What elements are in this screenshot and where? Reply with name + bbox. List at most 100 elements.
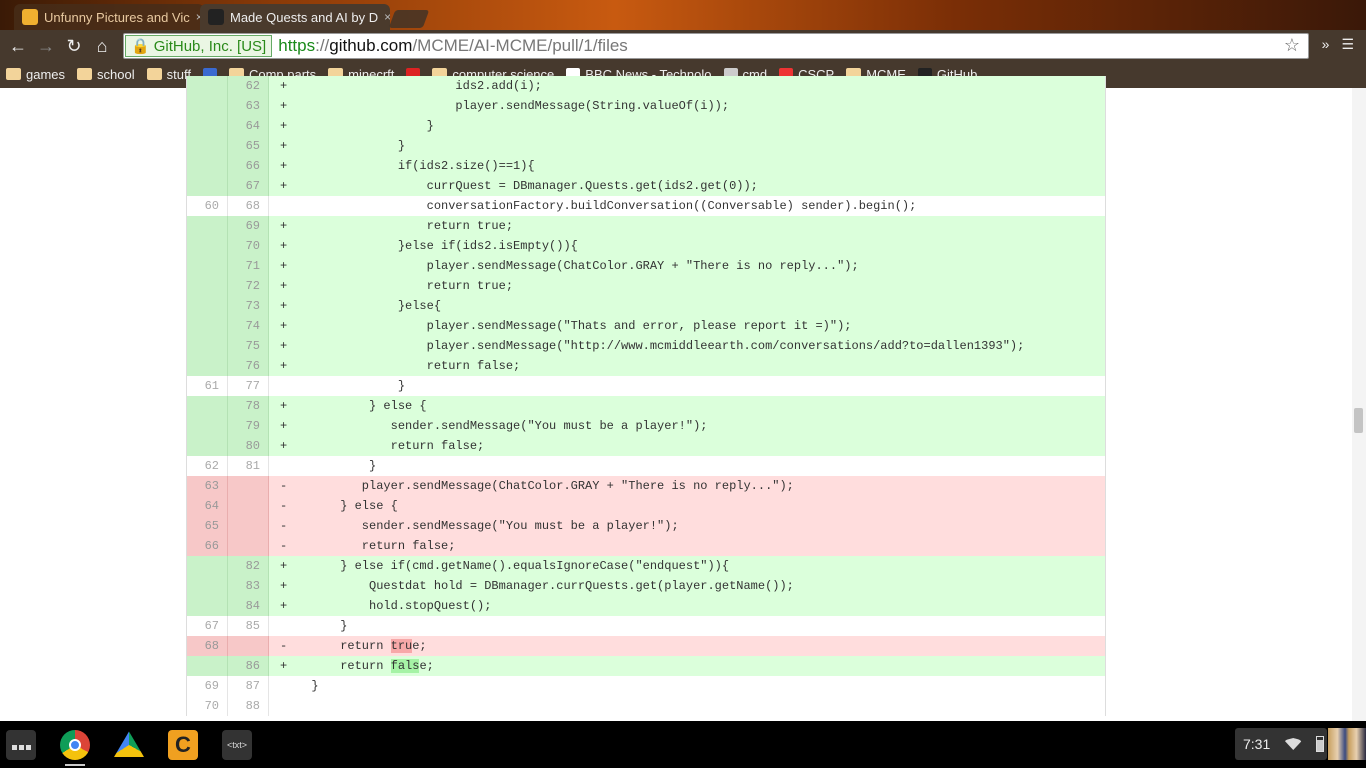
old-line-number[interactable]	[187, 556, 228, 576]
added-line: 72 + return true;	[187, 276, 1105, 296]
new-line-number[interactable]: 85	[228, 616, 269, 636]
new-line-number[interactable]: 86	[228, 656, 269, 676]
code: }	[297, 119, 434, 133]
code-text: return false;	[297, 656, 434, 676]
new-line-number[interactable]: 83	[228, 576, 269, 596]
old-line-number[interactable]	[187, 316, 228, 336]
tab[interactable]: Made Quests and AI by D ×	[200, 4, 390, 30]
new-line-number[interactable]: 87	[228, 676, 269, 696]
forward-icon[interactable]: →	[32, 36, 60, 57]
chrome-icon[interactable]	[60, 730, 90, 760]
old-line-number[interactable]	[187, 596, 228, 616]
old-line-number[interactable]: 70	[187, 696, 228, 716]
text-editor-icon[interactable]: <txt>	[222, 730, 252, 760]
old-line-number[interactable]	[187, 336, 228, 356]
old-line-number[interactable]: 63	[187, 476, 228, 496]
old-line-number[interactable]: 65	[187, 516, 228, 536]
diff-sign	[269, 616, 297, 636]
old-line-number[interactable]	[187, 396, 228, 416]
old-line-number[interactable]	[187, 296, 228, 316]
new-line-number[interactable]: 71	[228, 256, 269, 276]
new-line-number[interactable]: 72	[228, 276, 269, 296]
new-line-number[interactable]: 73	[228, 296, 269, 316]
menu-icon[interactable]: ☰	[1341, 36, 1354, 53]
bookmark-star-icon[interactable]: ☆	[1284, 35, 1300, 56]
new-line-number[interactable]	[228, 476, 269, 496]
new-line-number[interactable]: 70	[228, 236, 269, 256]
old-line-number[interactable]	[187, 276, 228, 296]
new-line-number[interactable]: 63	[228, 96, 269, 116]
new-line-number[interactable]: 79	[228, 416, 269, 436]
new-line-number[interactable]: 77	[228, 376, 269, 396]
new-line-number[interactable]: 78	[228, 396, 269, 416]
ev-certificate-badge[interactable]: 🔒 GitHub, Inc. [US]	[125, 35, 273, 57]
new-line-number[interactable]	[228, 536, 269, 556]
avatar[interactable]	[1328, 728, 1366, 760]
old-line-number[interactable]	[187, 116, 228, 136]
old-line-number[interactable]	[187, 416, 228, 436]
new-line-number[interactable]: 67	[228, 176, 269, 196]
old-line-number[interactable]	[187, 656, 228, 676]
new-line-number[interactable]: 80	[228, 436, 269, 456]
address-bar[interactable]: 🔒 GitHub, Inc. [US] https://github.com/MC…	[123, 33, 1309, 59]
diff-sign: +	[280, 579, 288, 593]
old-line-number[interactable]: 69	[187, 676, 228, 696]
new-tab-button[interactable]	[388, 10, 430, 28]
tab[interactable]: Unfunny Pictures and Vic×	[14, 4, 204, 30]
added-line: 73 + }else{	[187, 296, 1105, 316]
new-line-number[interactable]: 76	[228, 356, 269, 376]
old-line-number[interactable]: 62	[187, 456, 228, 476]
old-line-number[interactable]	[187, 176, 228, 196]
old-line-number[interactable]	[187, 436, 228, 456]
scrollbar-thumb[interactable]	[1354, 408, 1363, 433]
bookmark-item[interactable]: stuff	[146, 67, 191, 82]
close-tab-icon[interactable]: ×	[384, 10, 390, 24]
url-text[interactable]: https://github.com/MCME/AI-MCME/pull/1/f…	[278, 36, 628, 56]
old-line-number[interactable]	[187, 96, 228, 116]
new-line-number[interactable]	[228, 636, 269, 656]
new-line-number[interactable]: 68	[228, 196, 269, 216]
os-shelf: C <txt> 7:31	[0, 721, 1366, 768]
reload-icon[interactable]: ↻	[60, 36, 88, 57]
new-line-number[interactable]: 62	[228, 76, 269, 96]
old-line-number[interactable]	[187, 216, 228, 236]
old-line-number[interactable]	[187, 356, 228, 376]
new-line-number[interactable]: 64	[228, 116, 269, 136]
drive-icon[interactable]	[114, 731, 144, 757]
old-line-number[interactable]	[187, 236, 228, 256]
old-line-number[interactable]: 66	[187, 536, 228, 556]
app-launcher-icon[interactable]	[6, 730, 36, 760]
codecademy-icon[interactable]: C	[168, 730, 198, 760]
old-line-number[interactable]: 61	[187, 376, 228, 396]
new-line-number[interactable]: 65	[228, 136, 269, 156]
extensions-chevron-icon[interactable]: »	[1322, 36, 1330, 53]
old-line-number[interactable]	[187, 576, 228, 596]
bookmark-item[interactable]: school	[77, 67, 135, 82]
new-line-number[interactable]: 82	[228, 556, 269, 576]
back-icon[interactable]: ←	[4, 36, 32, 57]
new-line-number[interactable]	[228, 496, 269, 516]
home-icon[interactable]: ⌂	[88, 36, 116, 57]
new-line-number[interactable]: 66	[228, 156, 269, 176]
new-line-number[interactable]: 81	[228, 456, 269, 476]
new-line-number[interactable]: 84	[228, 596, 269, 616]
old-line-number[interactable]: 64	[187, 496, 228, 516]
old-line-number[interactable]	[187, 136, 228, 156]
old-line-number[interactable]: 60	[187, 196, 228, 216]
new-line-number[interactable]	[228, 516, 269, 536]
new-line-number[interactable]: 69	[228, 216, 269, 236]
status-tray[interactable]: 7:31	[1235, 728, 1327, 760]
old-line-number[interactable]	[187, 256, 228, 276]
new-line-number[interactable]: 75	[228, 336, 269, 356]
new-line-number[interactable]: 88	[228, 696, 269, 716]
new-line-number[interactable]: 74	[228, 316, 269, 336]
scrollbar[interactable]	[1352, 88, 1366, 721]
old-line-number[interactable]	[187, 76, 228, 96]
changed-word: fals	[390, 659, 420, 673]
code-text: sender.sendMessage("You must be a player…	[297, 416, 708, 436]
code-text: sender.sendMessage("You must be a player…	[297, 516, 679, 536]
old-line-number[interactable]: 68	[187, 636, 228, 656]
old-line-number[interactable]: 67	[187, 616, 228, 636]
old-line-number[interactable]	[187, 156, 228, 176]
bookmark-item[interactable]: games	[6, 67, 65, 82]
